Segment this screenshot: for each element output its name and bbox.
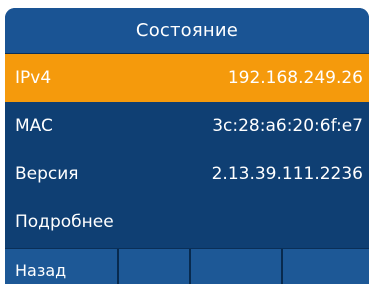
softkey-2-button[interactable] [119, 249, 191, 284]
version-label: Версия [15, 164, 79, 184]
softkey-3-button[interactable] [191, 249, 283, 284]
page-title: Состояние [135, 20, 239, 41]
ipv4-label: IPv4 [15, 68, 52, 88]
list-item-ipv4[interactable]: IPv4 192.168.249.26 [5, 54, 369, 102]
softkey-back-label: Назад [15, 261, 67, 280]
phone-screen: Состояние IPv4 192.168.249.26 MAC 3c:28:… [5, 8, 369, 284]
softkey-back-button[interactable]: Назад [5, 249, 119, 284]
mac-value: 3c:28:a6:20:6f:e7 [212, 116, 363, 136]
title-bar: Состояние [5, 8, 369, 54]
softkey-4-button[interactable] [283, 249, 369, 284]
version-value: 2.13.39.111.2236 [211, 164, 363, 184]
status-list: IPv4 192.168.249.26 MAC 3c:28:a6:20:6f:e… [5, 54, 369, 246]
list-item-version[interactable]: Версия 2.13.39.111.2236 [5, 150, 369, 198]
mac-label: MAC [15, 116, 53, 136]
details-label: Подробнее [15, 212, 114, 232]
ipv4-value: 192.168.249.26 [227, 68, 363, 88]
softkey-bar: Назад [5, 248, 369, 284]
list-item-details[interactable]: Подробнее [5, 198, 369, 246]
list-item-mac[interactable]: MAC 3c:28:a6:20:6f:e7 [5, 102, 369, 150]
